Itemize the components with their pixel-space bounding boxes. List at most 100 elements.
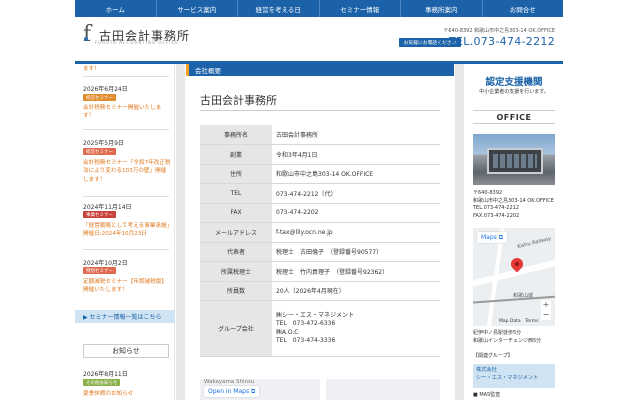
- group-line: TEL 073-474-3336: [276, 337, 336, 344]
- news-date: 2024年11月14日: [83, 204, 132, 211]
- oshirase-heading: お知らせ: [83, 344, 169, 358]
- map-road: [320, 379, 326, 400]
- certified-subtext: 中小企業者の支援を行います。: [479, 89, 549, 95]
- map-road-label: Kishu Railway: [516, 235, 552, 251]
- divider: [83, 76, 169, 77]
- table-row: 住所 和歌山市中之島303-14 OK.OFFICE: [200, 164, 440, 184]
- row-label: 住所: [200, 164, 272, 184]
- row-label: 代表者: [200, 242, 272, 262]
- table-row: グループ会社 ㈱シー・エス・マネジメント TEL 073-472-6336 ㈱A…: [200, 300, 440, 357]
- map-area-label: Wakayama Shinsu: [204, 379, 255, 385]
- maps-button[interactable]: Maps ⧉: [477, 232, 507, 243]
- news-link[interactable]: 会計税務セミナー「令和7年改正税法により変わる103万の壁」開催します！: [83, 159, 171, 184]
- group-title: 【関連グループ】: [473, 353, 513, 359]
- office-zip: 〒640-8392: [473, 190, 503, 196]
- gutter-right: [455, 64, 464, 400]
- access-info: 紀伊中ノ島駅徒歩5分 和歌山インターチェンジ西5分: [473, 330, 563, 345]
- logo-subtitle: FURUTA ACCOUNTING OFFICE: [95, 40, 179, 45]
- news-date: 2025年5月9日: [83, 140, 124, 147]
- news-badge: 経営セミナー: [83, 94, 116, 101]
- office-photo: [473, 134, 555, 185]
- row-label: 所員数: [200, 281, 272, 301]
- nav-contact[interactable]: お問合せ: [481, 0, 564, 17]
- header-address: 〒640-8392 和歌山市中之島303-14 OK.OFFICE: [443, 28, 555, 34]
- news-link[interactable]: 会計税務セミナー開催いたします！: [83, 104, 171, 121]
- group-link[interactable]: 株式会社 シー・エス・マネジメント: [473, 364, 555, 388]
- top-nav: ホーム サービス案内 経営を考える日 セミナー情報 事務所案内 お問合せ: [75, 0, 563, 17]
- row-value: 税理士 竹内貢理子 （登録番号92362）: [272, 261, 440, 282]
- news-badge: 経営セミナー: [83, 148, 116, 155]
- access-line: 紀伊中ノ島駅徒歩5分: [473, 330, 522, 336]
- row-value-email[interactable]: f-tax@lily.ocn.ne.jp: [272, 222, 440, 243]
- group-line: ㈱A.O.C: [276, 328, 299, 336]
- news-link[interactable]: 定額減税セミナー【年調減税版】開催いたします！: [83, 278, 171, 295]
- row-value: 20人（2026年4月現在）: [272, 281, 440, 301]
- oshirase-date: 2026年8月11日: [83, 371, 128, 378]
- zoom-in-icon[interactable]: +: [541, 300, 551, 310]
- nav-office[interactable]: 事務所案内: [400, 0, 482, 17]
- map-station-label: 和歌山城: [513, 293, 534, 299]
- page-title: 古田会計事務所: [200, 94, 277, 107]
- office-address: 和歌山市中之島303-14 OK.OFFICE: [473, 197, 554, 204]
- office-info: 〒640-8392 和歌山市中之島303-14 OK.OFFICE TEL.07…: [473, 190, 563, 220]
- row-value: 073-474-2202: [272, 203, 440, 223]
- table-row: メールアドレス f-tax@lily.ocn.ne.jp: [200, 222, 440, 243]
- news-note: ます！: [83, 66, 100, 72]
- table-row: 創業 令和3年4月1日: [200, 144, 440, 165]
- row-value: 令和3年4月1日: [272, 144, 440, 165]
- title-underline: [200, 110, 440, 111]
- site-header: f 古田会計事務所 FURUTA ACCOUNTING OFFICE 〒640-…: [75, 17, 563, 61]
- row-label: メールアドレス: [200, 222, 272, 243]
- row-value-group: ㈱シー・エス・マネジメント TEL 073-472-6336 ㈱A.O.C TE…: [272, 300, 440, 357]
- row-value: 073-474-2212（代）: [272, 183, 440, 204]
- header-tel[interactable]: TEL.073-474-2212: [449, 35, 555, 48]
- news-link[interactable]: 「経営戦略として考える事業承継」開催日:2024年10月23日: [83, 222, 171, 239]
- embedded-map[interactable]: Wakayama Shinsu Open in Maps ⧉: [200, 379, 440, 400]
- oshirase-badge: その他お知らせ: [83, 379, 121, 386]
- left-sidebar: ます！ 2026年6月24日 経営セミナー 会計税務セミナー開催いたします！ 2…: [75, 64, 175, 400]
- group-line: TEL 073-472-6336: [276, 320, 336, 327]
- mas-link[interactable]: ■ MAS監査: [473, 391, 500, 398]
- divider: [83, 129, 169, 130]
- main-content: 会社概要 古田会計事務所 事務所名 古田会計事務所 創業 令和3年4月1日 住所 和歌…: [186, 64, 454, 400]
- map-credit[interactable]: Map Data Terms: [499, 318, 538, 324]
- news-date: 2026年6月24日: [83, 86, 128, 93]
- row-value: 古田会計事務所: [272, 125, 440, 145]
- group-line: ㈱シー・エス・マネジメント: [276, 311, 355, 319]
- row-value: 和歌山市中之島303-14 OK.OFFICE: [272, 164, 440, 184]
- gutter-left: [176, 64, 185, 400]
- right-sidebar: 認定支援機関 中小企業者の支援を行います。 OFFICE 〒640-8392 和…: [465, 64, 563, 400]
- divider: [83, 196, 169, 197]
- row-label: 事務所名: [200, 125, 272, 145]
- group-name-line: シー・エス・マネジメント: [476, 374, 539, 381]
- section-header: 会社概要: [186, 64, 454, 76]
- table-row: 事務所名 古田会計事務所: [200, 125, 440, 145]
- nav-management-day[interactable]: 経営を考える日: [237, 0, 319, 17]
- row-label: グループ会社: [200, 300, 272, 357]
- news-badge: 特別セミナー: [83, 267, 116, 274]
- certified-heading[interactable]: 認定支援機関: [473, 74, 555, 88]
- news-badge: 事業セミナー: [83, 211, 116, 218]
- seminar-list-button[interactable]: ▶ セミナー情報一覧はこちら: [75, 310, 175, 323]
- office-tel: TEL.073-474-2212: [473, 205, 520, 211]
- row-label: TEL: [200, 183, 272, 204]
- nav-seminar[interactable]: セミナー情報: [318, 0, 401, 17]
- zoom-control[interactable]: + −: [541, 300, 551, 320]
- row-label: 所属税理士: [200, 261, 272, 282]
- office-map[interactable]: Maps ⧉ Kishu Railway 和歌山城 + − Map Data Te…: [473, 228, 555, 326]
- nav-services[interactable]: サービス案内: [155, 0, 238, 17]
- office-fax: FAX.073-474-2202: [473, 212, 520, 219]
- oshirase-link[interactable]: 夏季休暇のお知らせ: [83, 390, 171, 398]
- group-name-line: 株式会社: [476, 367, 497, 373]
- row-value: 税理士 古田倫子 （登録番号90577）: [272, 242, 440, 262]
- divider: [83, 249, 169, 250]
- open-in-maps-button[interactable]: Open in Maps ⧉: [204, 386, 260, 397]
- zoom-out-icon[interactable]: −: [541, 310, 551, 320]
- building-image: [487, 148, 543, 174]
- table-row: FAX 073-474-2202: [200, 203, 440, 223]
- company-info-table: 事務所名 古田会計事務所 創業 令和3年4月1日 住所 和歌山市中之島303-14 O…: [200, 125, 440, 357]
- nav-home[interactable]: ホーム: [75, 0, 156, 17]
- access-line: 和歌山インターチェンジ西5分: [473, 337, 542, 344]
- row-label: FAX: [200, 203, 272, 223]
- news-date: 2024年10月2日: [83, 260, 128, 267]
